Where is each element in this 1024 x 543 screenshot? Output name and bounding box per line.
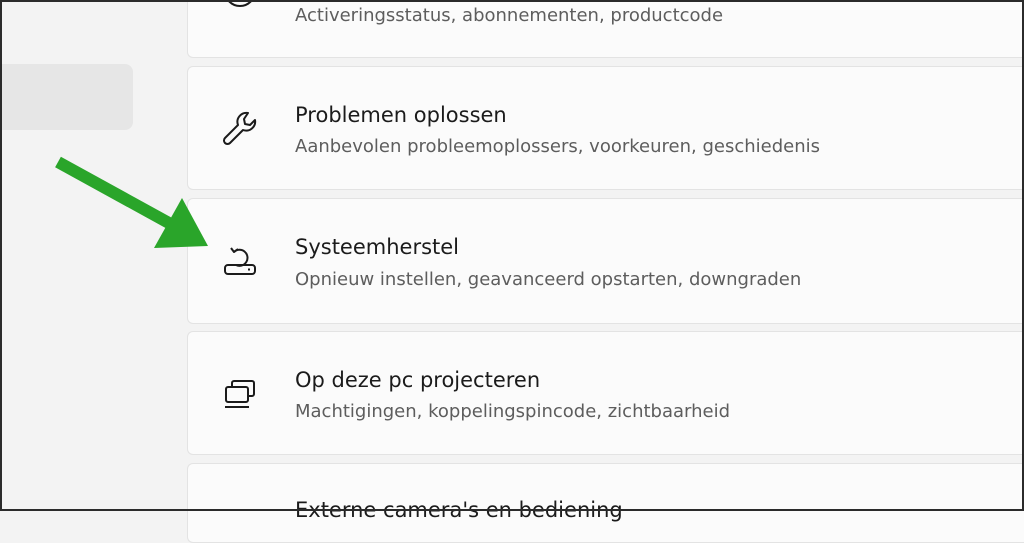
- card-subtitle: Machtigingen, koppelingspincode, zichtba…: [295, 401, 731, 422]
- projecting-icon: [218, 372, 262, 416]
- sidebar-selected-item[interactable]: [0, 64, 133, 130]
- settings-card-projecting[interactable]: Op deze pc projecteren Machtigingen, kop…: [187, 331, 1024, 455]
- settings-card-recovery[interactable]: Systeemherstel Opnieuw instellen, geavan…: [187, 198, 1024, 324]
- wrench-icon: [218, 107, 262, 151]
- card-title: Problemen oplossen: [295, 103, 507, 127]
- card-subtitle: Aanbevolen probleemoplossers, voorkeuren…: [295, 136, 820, 157]
- card-title: Op deze pc projecteren: [295, 368, 541, 392]
- card-title: Externe camera's en bediening: [295, 498, 623, 522]
- green-arrow-icon: [55, 156, 208, 248]
- settings-card-troubleshoot[interactable]: Problemen oplossen Aanbevolen probleemop…: [187, 66, 1024, 190]
- settings-card-activation[interactable]: Activeringsstatus, abonnementen, product…: [187, 0, 1024, 58]
- card-subtitle: Activeringsstatus, abonnementen, product…: [295, 5, 724, 26]
- activation-icon: [218, 0, 262, 13]
- settings-card-next[interactable]: Externe camera's en bediening: [187, 463, 1024, 543]
- card-title: Systeemherstel: [295, 235, 460, 259]
- card-subtitle: Opnieuw instellen, geavanceerd opstarten…: [295, 269, 802, 290]
- recovery-icon: [218, 239, 262, 283]
